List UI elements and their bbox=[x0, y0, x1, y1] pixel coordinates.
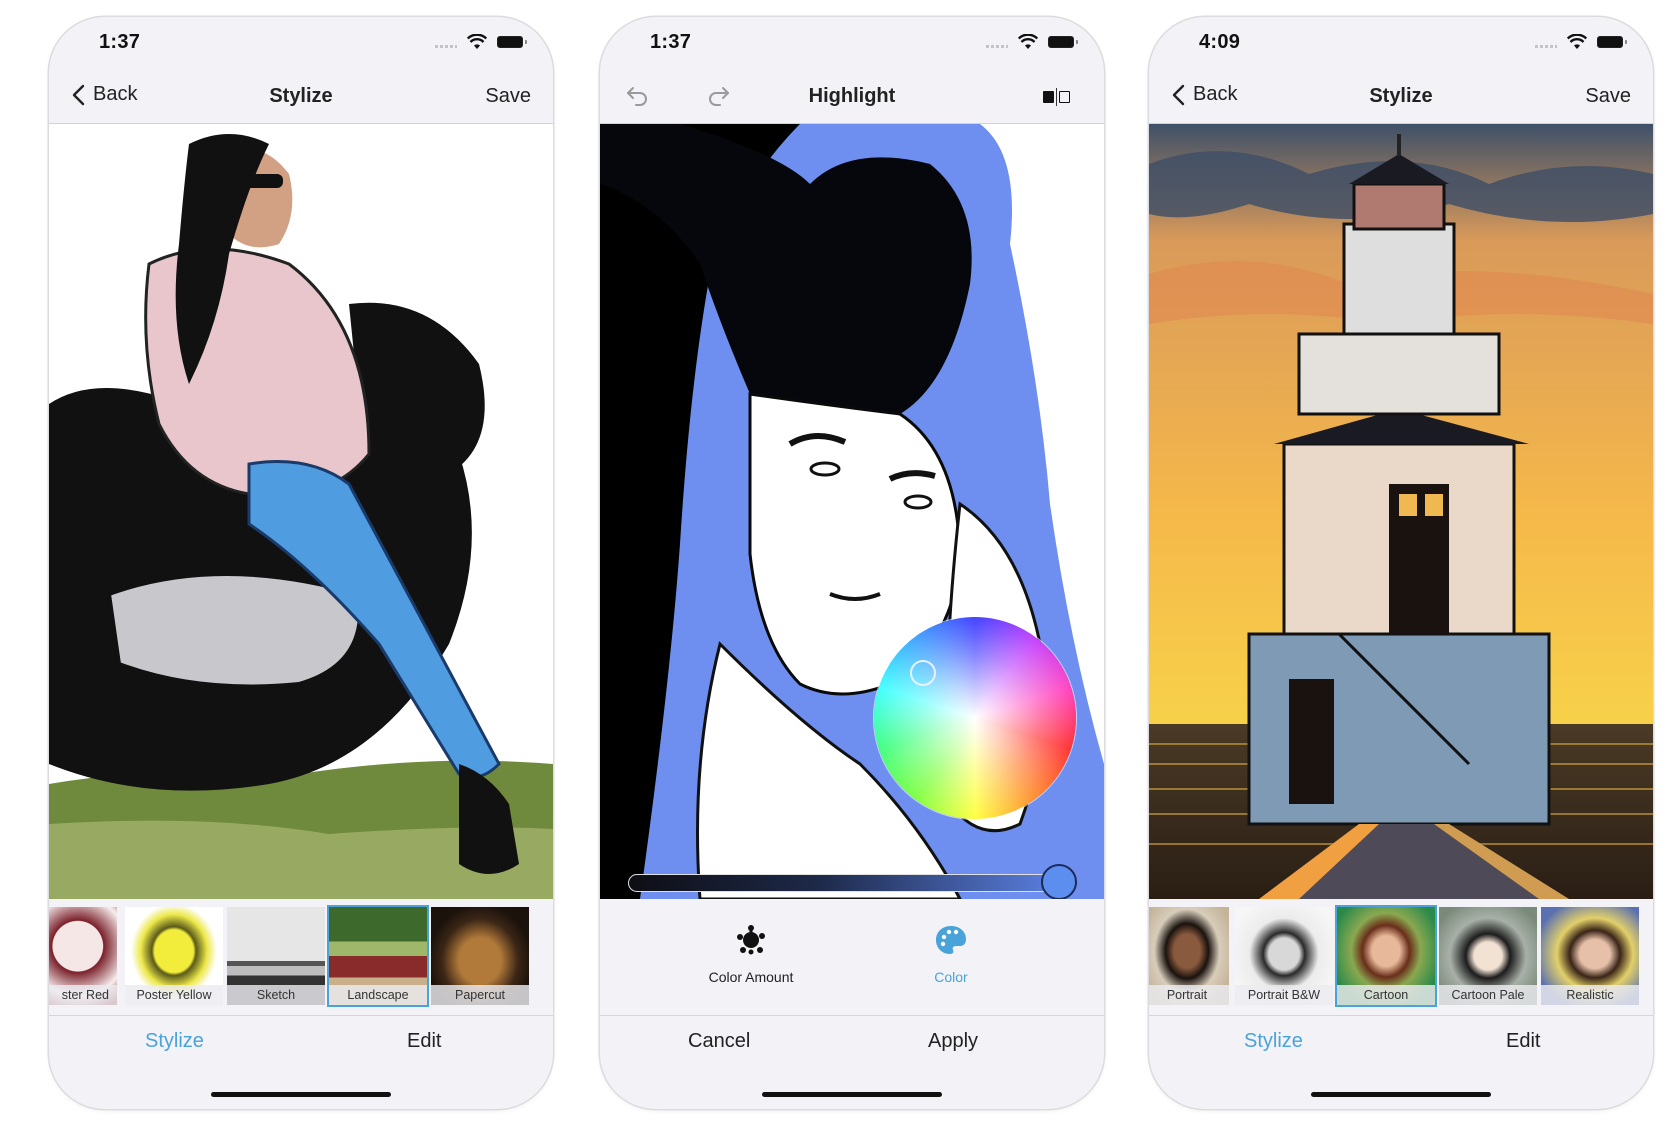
navigation-bar: Back Stylize Save bbox=[1149, 70, 1653, 124]
home-indicator[interactable] bbox=[211, 1092, 391, 1097]
palette-icon bbox=[936, 926, 966, 954]
cellular-signal-icon bbox=[435, 45, 457, 48]
highlight-tool-bar: Color Amount Color bbox=[600, 899, 1104, 1016]
tool-label: Color bbox=[934, 969, 968, 985]
save-button[interactable]: Save bbox=[1585, 85, 1631, 108]
style-label: Portrait bbox=[1149, 985, 1229, 1005]
wifi-icon bbox=[467, 34, 487, 49]
status-time: 4:09 bbox=[1199, 31, 1241, 53]
style-label: ster Red bbox=[49, 985, 117, 1005]
style-thumbnail[interactable]: Poster Yellow bbox=[125, 907, 223, 1005]
style-thumbnail[interactable]: Papercut bbox=[431, 907, 529, 1005]
navigation-bar: Back Stylize Save bbox=[49, 70, 553, 124]
page-title: Highlight bbox=[808, 85, 896, 107]
tab-stylize[interactable]: Stylize bbox=[145, 1030, 204, 1053]
style-label: Cartoon Pale bbox=[1439, 985, 1537, 1005]
tool-color-amount[interactable]: Color Amount bbox=[671, 923, 831, 985]
wifi-icon bbox=[1018, 34, 1038, 49]
color-amount-slider[interactable] bbox=[628, 864, 1077, 899]
status-bar: 1:37 bbox=[49, 17, 553, 70]
style-label: Sketch bbox=[227, 985, 325, 1005]
status-time: 1:37 bbox=[650, 31, 692, 53]
phone-screen-stylize-lighthouse: 4:09 Back Stylize Save Portrait Portrait… bbox=[1149, 17, 1653, 1109]
stylized-photo-canvas[interactable] bbox=[49, 124, 553, 899]
phone-screen-stylize-portrait: 1:37 Back Stylize Save ster Red Poster Y… bbox=[49, 17, 553, 1109]
style-label: Poster Yellow bbox=[125, 985, 223, 1005]
color-wheel-picker[interactable] bbox=[874, 617, 1076, 819]
navigation-bar: Highlight bbox=[600, 70, 1104, 124]
style-thumbnail[interactable]: Realistic bbox=[1541, 907, 1639, 1005]
bottom-tab-bar: Stylize Edit bbox=[1149, 1016, 1653, 1109]
style-thumbnail[interactable]: Portrait bbox=[1149, 907, 1229, 1005]
split-divider bbox=[1055, 88, 1057, 106]
status-time: 1:37 bbox=[99, 31, 141, 53]
style-label: Papercut bbox=[431, 985, 529, 1005]
style-thumbnail[interactable]: ster Red bbox=[49, 907, 117, 1005]
style-label: Landscape bbox=[329, 985, 427, 1005]
stylized-photo-canvas[interactable] bbox=[1149, 124, 1653, 899]
action-bar: Cancel Apply bbox=[600, 1016, 1104, 1109]
tool-label: Color Amount bbox=[708, 969, 794, 985]
style-label: Cartoon bbox=[1337, 985, 1435, 1005]
home-indicator[interactable] bbox=[1311, 1092, 1491, 1097]
cellular-signal-icon bbox=[986, 45, 1008, 48]
style-label: Realistic bbox=[1541, 985, 1639, 1005]
status-bar: 1:37 bbox=[600, 17, 1104, 70]
page-title: Stylize bbox=[1369, 85, 1433, 107]
style-thumbnail[interactable]: Cartoon Pale bbox=[1439, 907, 1537, 1005]
cancel-button[interactable]: Cancel bbox=[688, 1030, 750, 1053]
save-button[interactable]: Save bbox=[485, 85, 531, 108]
wifi-icon bbox=[1567, 34, 1587, 49]
page-title: Stylize bbox=[269, 85, 333, 107]
style-label: Portrait B&W bbox=[1235, 985, 1333, 1005]
cellular-signal-icon bbox=[1535, 45, 1557, 48]
style-thumbnail[interactable]: Portrait B&W bbox=[1235, 907, 1333, 1005]
color-selector-ring[interactable] bbox=[910, 660, 936, 686]
status-bar: 4:09 bbox=[1149, 17, 1653, 70]
battery-icon bbox=[497, 36, 527, 48]
style-thumbnail[interactable]: Cartoon bbox=[1335, 905, 1437, 1007]
highlight-photo-canvas[interactable] bbox=[600, 124, 1104, 899]
home-indicator[interactable] bbox=[762, 1092, 942, 1097]
tab-edit[interactable]: Edit bbox=[1506, 1030, 1540, 1053]
splat-icon bbox=[737, 925, 765, 955]
battery-icon bbox=[1048, 36, 1078, 48]
phone-screen-highlight: 1:37 Highlight Color Amount Color Cancel… bbox=[600, 17, 1104, 1109]
slider-thumb[interactable] bbox=[1041, 864, 1077, 899]
stylized-photo-woman-motorcycle bbox=[49, 124, 553, 899]
split-compare-icon bbox=[1042, 91, 1054, 103]
style-thumbnail[interactable]: Landscape bbox=[327, 905, 429, 1007]
style-thumbnail-strip[interactable]: Portrait Portrait B&W Cartoon Cartoon Pa… bbox=[1149, 899, 1653, 1016]
split-compare-button[interactable] bbox=[1042, 88, 1070, 106]
stylized-photo-lighthouse bbox=[1149, 124, 1653, 899]
tab-stylize[interactable]: Stylize bbox=[1244, 1030, 1303, 1053]
style-thumbnail[interactable]: Sketch bbox=[227, 907, 325, 1005]
tool-color[interactable]: Color bbox=[871, 923, 1031, 985]
battery-icon bbox=[1597, 36, 1627, 48]
style-thumbnail-strip[interactable]: ster Red Poster Yellow Sketch Landscape … bbox=[49, 899, 553, 1016]
bottom-tab-bar: Stylize Edit bbox=[49, 1016, 553, 1109]
split-compare-outline bbox=[1059, 91, 1070, 103]
apply-button[interactable]: Apply bbox=[928, 1030, 978, 1053]
tab-edit[interactable]: Edit bbox=[407, 1030, 441, 1053]
